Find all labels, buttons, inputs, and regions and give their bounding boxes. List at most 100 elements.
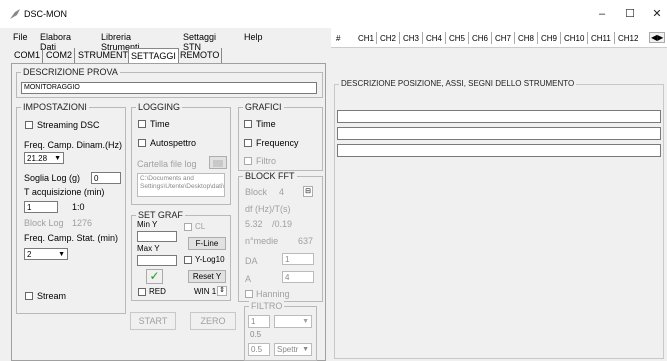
win-label: WIN 1 — [194, 287, 217, 296]
tab-ch5[interactable]: CH5 — [449, 34, 465, 43]
grafici-time-checkbox[interactable] — [244, 120, 252, 128]
filtro-select-value: Spettr — [277, 345, 299, 354]
autospettro-label: Autospettro — [150, 138, 197, 148]
min-y-input[interactable] — [137, 231, 177, 242]
tab-ch3[interactable]: CH3 — [403, 34, 419, 43]
max-y-input[interactable] — [137, 255, 177, 266]
soglia-log-input[interactable]: 0 — [91, 172, 121, 184]
y-log10-checkbox[interactable] — [184, 256, 192, 264]
cartella-label: Cartella file log — [137, 159, 197, 169]
tab-ch9[interactable]: CH9 — [541, 34, 557, 43]
descrizione-prova-input[interactable]: MONITORAGGIO — [21, 82, 317, 94]
df-label: df (Hz)/T(s) — [245, 204, 291, 214]
block-log-value: 1276 — [72, 218, 93, 228]
block-spinner[interactable]: ⊟ — [303, 186, 313, 197]
cl-checkbox[interactable] — [184, 223, 192, 231]
a-label: A — [245, 274, 252, 284]
t-value: /0.19 — [272, 219, 293, 229]
chevron-down-icon: ▼ — [302, 318, 309, 325]
red-checkbox[interactable] — [138, 288, 146, 296]
descrizione-prova-legend: DESCRIZIONE PROVA — [21, 67, 120, 77]
impostazioni-legend: IMPOSTAZIONI — [21, 102, 89, 112]
check-icon: ✓ — [149, 269, 160, 283]
tab-remoto[interactable]: REMOTO — [178, 48, 223, 63]
zero-button[interactable]: ZERO — [190, 312, 236, 330]
posizione-field-1[interactable] — [337, 110, 661, 123]
posizione-field-3[interactable] — [337, 144, 661, 157]
channel-hash: # — [336, 34, 341, 43]
descrizione-posizione-legend: DESCRIZIONE POSIZIONE, ASSI, SEGNI DELLO… — [339, 79, 577, 88]
win-spinner[interactable]: ⇕ — [217, 286, 227, 296]
tab-strumenti[interactable]: STRUMENTI — [76, 48, 134, 63]
scroll-arrows-icon[interactable]: ◀▶ — [649, 32, 666, 43]
tab-ch4[interactable]: CH4 — [426, 34, 442, 43]
settings-panel: DESCRIZIONE PROVA MONITORAGGIO IMPOSTAZI… — [11, 63, 326, 361]
close-button[interactable]: ✕ — [645, 4, 667, 24]
separator — [468, 32, 469, 44]
filtro-input-2[interactable]: 0.5 — [248, 329, 270, 341]
impostazioni-group: IMPOSTAZIONI Streaming DSC Freq. Camp. D… — [16, 102, 126, 314]
chevron-down-icon: ▼ — [58, 251, 65, 258]
filtro-check-label: Filtro — [256, 156, 276, 166]
separator — [376, 32, 377, 44]
nmedie-value: 637 — [298, 236, 314, 246]
block-value: 4 — [279, 187, 285, 197]
separator — [560, 32, 561, 44]
a-input[interactable]: 4 — [282, 271, 314, 283]
filtro-checkbox[interactable] — [244, 157, 252, 165]
set-graf-group: SET GRAF Min Y CL F-Line Max Y Y-Log10 ✓… — [131, 210, 231, 301]
menu-help[interactable]: Help — [244, 32, 263, 42]
folder-button[interactable] — [209, 156, 227, 169]
freq-dinam-select[interactable]: 21.28 ▼ — [24, 152, 64, 164]
grafici-time-label: Time — [256, 119, 276, 129]
tab-ch10[interactable]: CH10 — [564, 34, 584, 43]
posizione-field-2[interactable] — [337, 127, 661, 140]
tab-ch6[interactable]: CH6 — [472, 34, 488, 43]
stream-checkbox[interactable] — [25, 292, 33, 300]
max-y-label: Max Y — [137, 244, 160, 253]
window-title: DSC-MON — [24, 9, 67, 19]
tab-com1[interactable]: COM1 — [12, 48, 44, 63]
tab-ch1[interactable]: CH1 — [358, 34, 374, 43]
tab-settaggi[interactable]: SETTAGGI — [128, 48, 179, 63]
tab-ch2[interactable]: CH2 — [380, 34, 396, 43]
grafici-group: GRAFICI Time Frequency Filtro — [238, 102, 323, 171]
menu-file[interactable]: File — [13, 32, 28, 42]
title-bar: DSC-MON – ☐ ✕ — [0, 0, 667, 28]
log-path-field[interactable]: C:\Documents and Settings\Utente\Desktop… — [137, 173, 225, 197]
t-acquisizione-input[interactable]: 1 — [24, 201, 58, 213]
separator — [399, 32, 400, 44]
start-button[interactable]: START — [130, 312, 176, 330]
f-line-button[interactable]: F-Line — [188, 237, 226, 250]
da-label: DA — [245, 256, 258, 266]
hanning-checkbox[interactable] — [245, 290, 253, 298]
main-window: DSC-MON – ☐ ✕ File Elabora Dati Libreria… — [0, 0, 667, 361]
maximize-button[interactable]: ☐ — [618, 4, 642, 24]
filtro-select-bottom[interactable]: Spettr ▼ — [274, 343, 312, 356]
freq-stat-select[interactable]: 2 ▼ — [24, 248, 68, 260]
t-acquisizione-label: T acquisizione (min) — [24, 187, 105, 197]
da-input[interactable]: 1 — [282, 253, 314, 265]
soglia-log-label: Soglia Log (g) — [24, 173, 81, 183]
reset-y-button[interactable]: Reset Y — [188, 270, 226, 283]
nmedie-label: n°medie — [245, 236, 279, 246]
logging-time-checkbox[interactable] — [138, 120, 146, 128]
minimize-button[interactable]: – — [590, 4, 614, 24]
tab-ch7[interactable]: CH7 — [495, 34, 511, 43]
separator — [614, 32, 615, 44]
filtro-input-3[interactable]: 0.5 — [248, 343, 270, 356]
tab-ch12[interactable]: CH12 — [618, 34, 638, 43]
tab-com2[interactable]: COM2 — [44, 48, 76, 63]
tab-ch11[interactable]: CH11 — [591, 34, 611, 43]
apply-check-button[interactable]: ✓ — [146, 269, 163, 284]
streaming-dsc-checkbox[interactable] — [25, 121, 33, 129]
chevron-down-icon: ▼ — [54, 155, 61, 162]
frequency-checkbox[interactable] — [244, 139, 252, 147]
separator — [537, 32, 538, 44]
chevron-down-icon: ▼ — [302, 346, 309, 353]
filtro-input-1[interactable]: 1 — [248, 315, 270, 328]
tab-ch8[interactable]: CH8 — [518, 34, 534, 43]
filtro-select-top[interactable]: ▼ — [274, 315, 312, 328]
logging-time-label: Time — [150, 119, 170, 129]
autospettro-checkbox[interactable] — [138, 139, 146, 147]
